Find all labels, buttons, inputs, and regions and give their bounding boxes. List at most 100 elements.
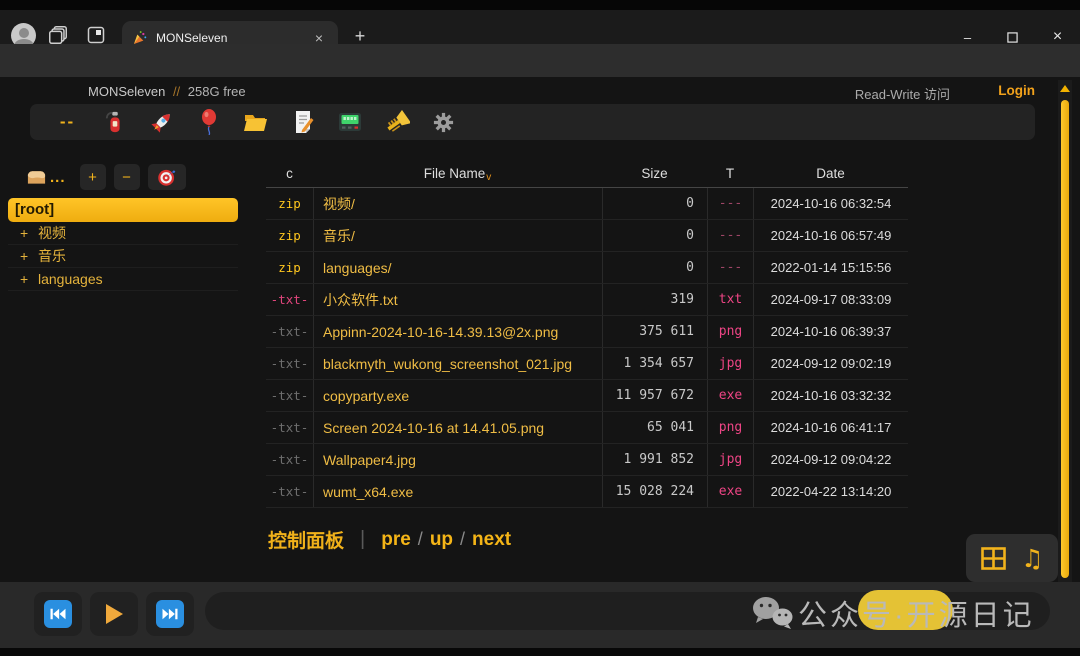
file-link[interactable]: copyparty.exe	[323, 388, 409, 404]
row-select-cell[interactable]: zip	[266, 188, 313, 219]
send-msg-button[interactable]	[326, 107, 373, 137]
login-link[interactable]: Login	[998, 83, 1035, 98]
file-date: 2024-10-16 06:41:17	[753, 412, 908, 443]
prev-track-button[interactable]	[34, 592, 82, 636]
dashes-icon: --	[60, 112, 75, 132]
pre-link[interactable]: pre	[381, 529, 411, 551]
file-size: 15 028 224	[602, 476, 707, 507]
balloon-icon	[199, 109, 219, 135]
tree-list: +视频 +音乐 +languages	[8, 222, 238, 291]
new-doc-button[interactable]	[279, 107, 326, 137]
up-link[interactable]: up	[430, 529, 453, 551]
tree-item[interactable]: +languages	[8, 268, 238, 291]
breadcrumb-toggle-button[interactable]: ...	[20, 164, 72, 190]
header-type[interactable]: T	[707, 160, 753, 187]
file-link[interactable]: 音乐/	[323, 226, 355, 246]
file-type: exe	[707, 476, 753, 507]
tree-expand-icon[interactable]: +	[20, 268, 38, 291]
tree-item[interactable]: +音乐	[8, 245, 238, 268]
file-date: 2024-09-12 09:04:22	[753, 444, 908, 475]
play-button[interactable]	[90, 592, 138, 636]
file-link[interactable]: Wallpaper4.jpg	[323, 452, 416, 468]
file-link[interactable]: languages/	[323, 260, 392, 276]
bread-dots-label: ...	[50, 169, 66, 186]
tree-item-label: languages	[38, 271, 103, 287]
file-date: 2022-01-14 15:15:56	[753, 252, 908, 283]
volume-link[interactable]: MONSeleven	[88, 84, 165, 99]
gear-icon	[432, 111, 455, 134]
tree-expand-button[interactable]: +	[80, 164, 106, 190]
file-type: ---	[707, 252, 753, 283]
grid-view-icon[interactable]	[980, 546, 1007, 571]
file-type: jpg	[707, 444, 753, 475]
wechat-icon	[750, 595, 794, 636]
table-row: -txt- blackmyth_wukong_screenshot_021.jp…	[266, 348, 908, 380]
audio-player-icon[interactable]: ♫	[1021, 544, 1043, 573]
scrollbar-thumb[interactable]	[1061, 100, 1069, 578]
browser-toolbar: ← 127.0.0.1	[0, 44, 1080, 77]
tree-controls: ... + −	[8, 160, 238, 194]
file-size: 1 991 852	[602, 444, 707, 475]
up2k-upload-button[interactable]	[138, 107, 185, 137]
row-select-cell[interactable]: -txt-	[266, 348, 313, 379]
header-checkbox-col[interactable]: c	[266, 160, 313, 187]
row-select-cell[interactable]: -txt-	[266, 316, 313, 347]
tab-bar: MONSeleven × + – ×	[0, 10, 1080, 44]
row-select-cell[interactable]: zip	[266, 252, 313, 283]
table-row: -txt- Screen 2024-10-16 at 14.41.05.png …	[266, 412, 908, 444]
vertical-tabs-icon	[86, 25, 106, 45]
file-link[interactable]: Appinn-2024-10-16-14.39.13@2x.png	[323, 324, 558, 340]
settings-button[interactable]	[420, 107, 467, 137]
unpost-button[interactable]	[91, 107, 138, 137]
tree-locate-button[interactable]	[148, 164, 186, 190]
mkdir-button[interactable]	[232, 107, 279, 137]
tree-expand-icon[interactable]: +	[20, 245, 38, 268]
next-link[interactable]: next	[472, 529, 511, 551]
tree-collapse-button[interactable]: −	[114, 164, 140, 190]
header-date[interactable]: Date	[753, 160, 908, 187]
tree-expand-icon[interactable]: +	[20, 222, 38, 245]
row-select-cell[interactable]: zip	[266, 220, 313, 251]
file-date: 2024-09-12 09:02:19	[753, 348, 908, 379]
basic-upload-button[interactable]	[185, 107, 232, 137]
file-size: 319	[602, 284, 707, 315]
file-size: 1 354 657	[602, 348, 707, 379]
calculator-icon	[338, 112, 362, 132]
control-panel-link[interactable]: 控制面板	[268, 526, 344, 553]
file-link[interactable]: wumt_x64.exe	[323, 484, 413, 500]
maximize-icon	[1007, 32, 1018, 43]
row-select-cell[interactable]: -txt-	[266, 476, 313, 507]
file-size: 65 041	[602, 412, 707, 443]
next-track-button[interactable]	[146, 592, 194, 636]
sort-indicator-icon: v	[486, 172, 491, 183]
table-row: zip languages/ 0 --- 2022-01-14 15:15:56	[266, 252, 908, 284]
open-folder-icon	[243, 111, 269, 133]
row-select-cell[interactable]: -txt-	[266, 444, 313, 475]
file-link[interactable]: Screen 2024-10-16 at 14.41.05.png	[323, 420, 544, 436]
row-select-cell[interactable]: -txt-	[266, 284, 313, 315]
tree-item-label: 音乐	[38, 248, 66, 264]
scroll-up-icon[interactable]	[1060, 85, 1070, 92]
footer-separator: |	[360, 528, 365, 551]
file-link[interactable]: blackmyth_wukong_screenshot_021.jpg	[323, 356, 572, 372]
tree-item-root-selected[interactable]: [root]	[8, 198, 238, 222]
footer-slash: /	[418, 529, 423, 550]
header-size[interactable]: Size	[602, 160, 707, 187]
file-link[interactable]: 小众软件.txt	[323, 290, 398, 310]
row-select-cell[interactable]: -txt-	[266, 412, 313, 443]
bread-icon	[26, 168, 47, 186]
copyparty-page: MONSeleven // 258G free Read-Write 访问 Lo…	[0, 77, 1080, 582]
audio-settings-button[interactable]	[373, 107, 420, 137]
file-link[interactable]: 视频/	[323, 194, 355, 214]
table-header-row: c File Namev Size T Date	[266, 160, 908, 188]
tree-item-label: 视频	[38, 225, 66, 241]
page-scrollbar[interactable]	[1058, 80, 1072, 648]
text-size-button[interactable]: --	[44, 107, 91, 137]
file-type: jpg	[707, 348, 753, 379]
file-type: ---	[707, 188, 753, 219]
bottom-strip	[0, 648, 1080, 656]
row-select-cell[interactable]: -txt-	[266, 380, 313, 411]
tree-item[interactable]: +视频	[8, 222, 238, 245]
play-icon	[103, 602, 125, 626]
header-file-name[interactable]: File Namev	[313, 160, 602, 187]
